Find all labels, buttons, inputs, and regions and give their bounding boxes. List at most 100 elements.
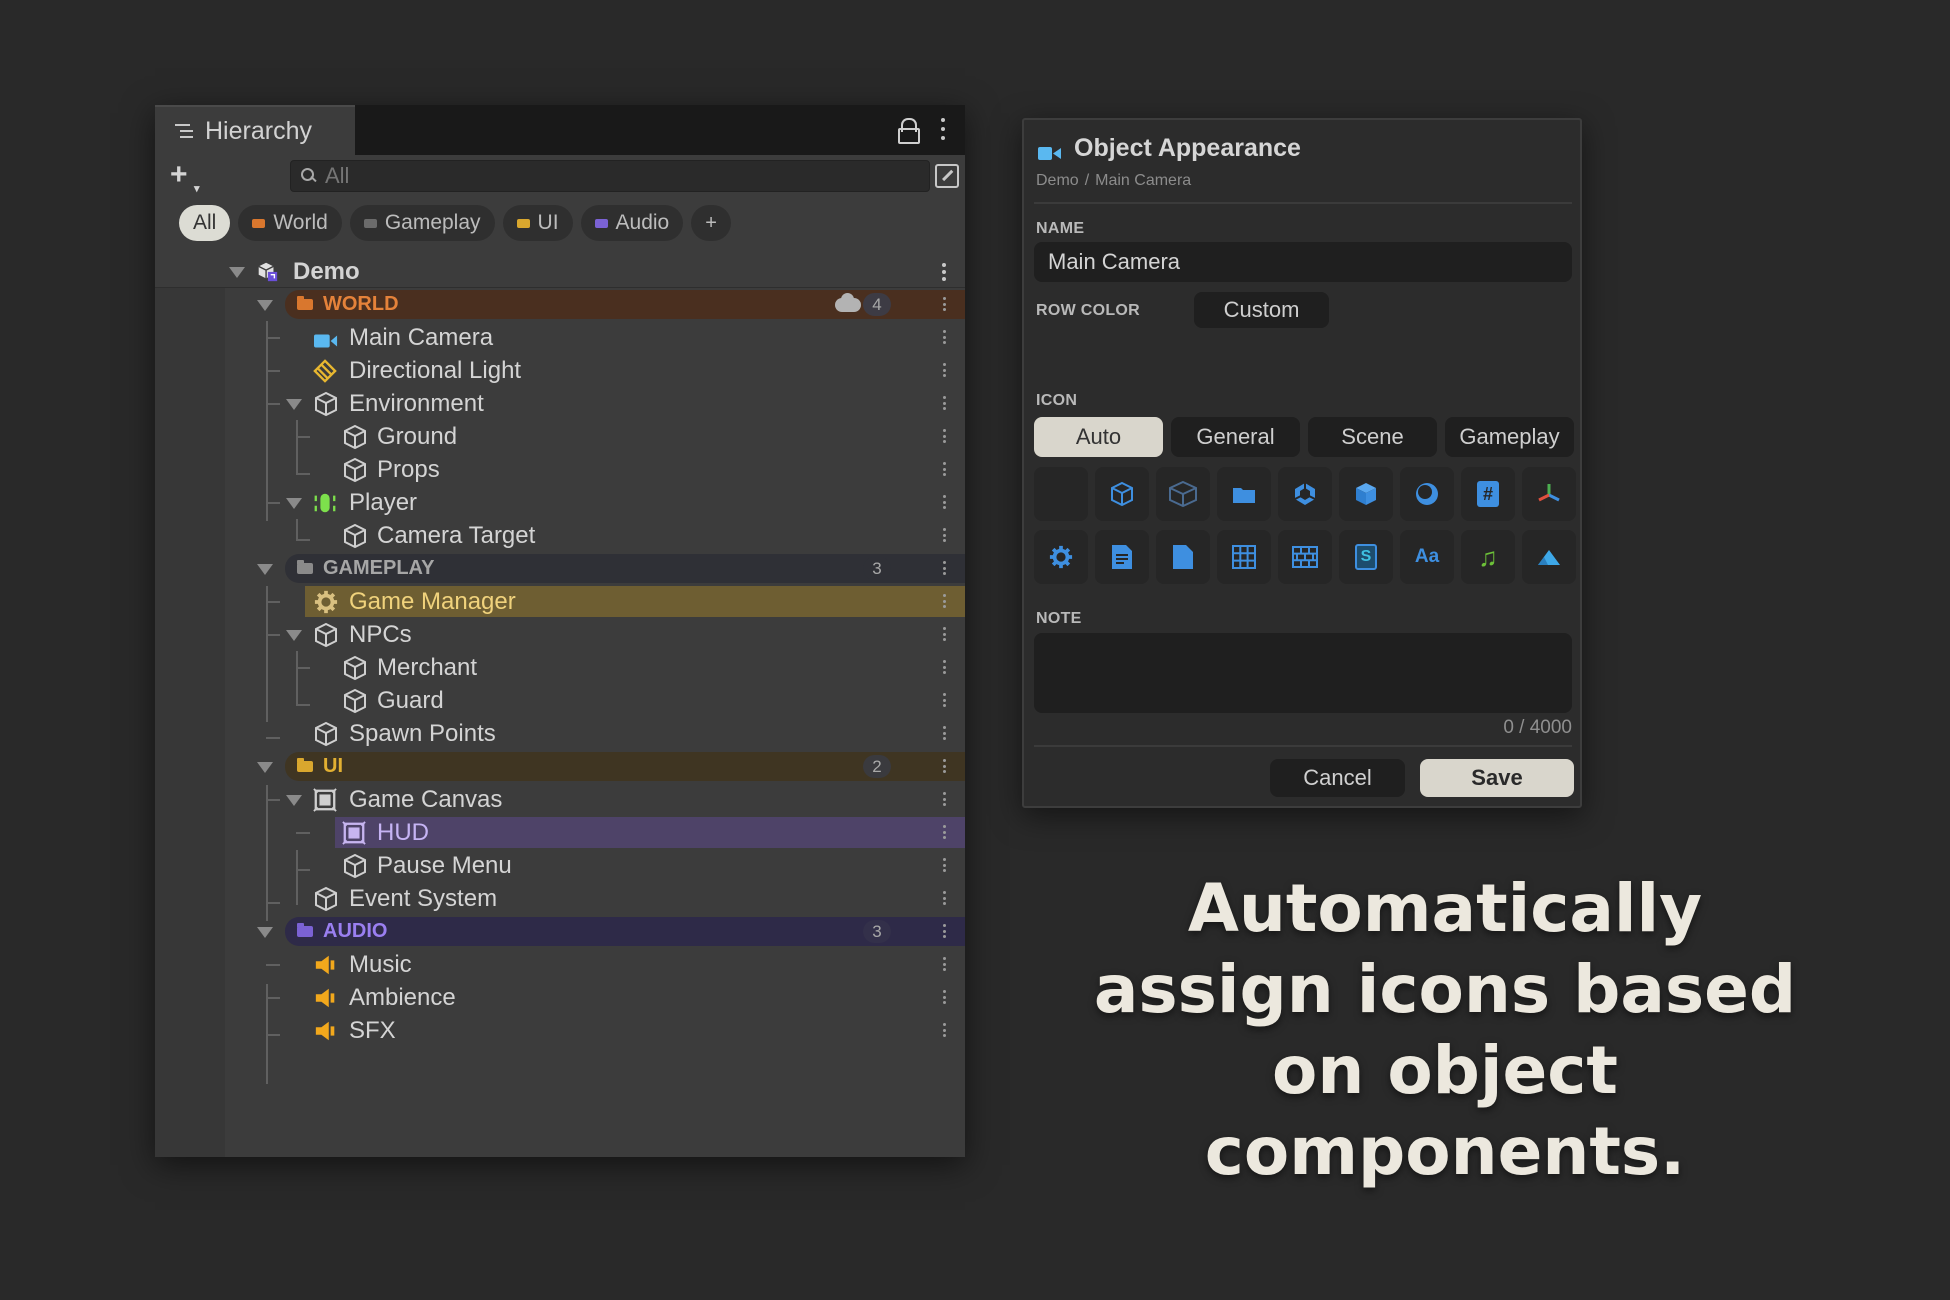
expand-arrow-icon[interactable] — [257, 564, 273, 575]
more-menu-icon[interactable] — [940, 118, 946, 140]
expand-arrow-icon[interactable] — [257, 300, 273, 311]
filter-chip-gameplay[interactable]: Gameplay — [349, 205, 495, 241]
name-field[interactable] — [1034, 242, 1572, 282]
row-menu-icon[interactable] — [941, 1023, 947, 1037]
add-filter-button[interactable]: + — [691, 205, 731, 241]
tree-row-directional-light[interactable]: Directional Light — [155, 354, 965, 387]
search-field[interactable] — [290, 160, 930, 192]
tree-row-props[interactable]: Props — [155, 453, 965, 486]
cube-outline-icon[interactable] — [1095, 467, 1149, 521]
document-icon[interactable] — [1095, 530, 1149, 584]
expand-arrow-icon[interactable] — [229, 267, 245, 278]
tree-row-pause-menu[interactable]: Pause Menu — [155, 849, 965, 882]
group-row-gameplay[interactable]: GAMEPLAY 3 — [155, 552, 965, 585]
tilemap-icon[interactable] — [1278, 530, 1332, 584]
script-icon[interactable]: # — [1461, 467, 1515, 521]
unity-logo-icon[interactable] — [1278, 467, 1332, 521]
add-object-button[interactable]: + ▾ — [170, 160, 210, 196]
tab-general[interactable]: General — [1171, 417, 1300, 457]
group-row-world[interactable]: WORLD 4 — [155, 288, 965, 321]
tree-row-camera-target[interactable]: Camera Target — [155, 519, 965, 552]
row-menu-icon[interactable] — [941, 594, 947, 608]
tree-row-game-canvas[interactable]: Game Canvas — [155, 783, 965, 816]
hierarchy-tab[interactable]: Hierarchy — [155, 105, 355, 155]
search-input[interactable] — [325, 163, 885, 189]
sphere-icon[interactable] — [1400, 467, 1454, 521]
row-menu-icon[interactable] — [941, 825, 947, 839]
expand-arrow-icon[interactable] — [257, 927, 273, 938]
tree-row-ground[interactable]: Ground — [155, 420, 965, 453]
row-menu-icon[interactable] — [941, 363, 947, 377]
row-menu-icon[interactable] — [941, 858, 947, 872]
tab-gameplay[interactable]: Gameplay — [1445, 417, 1574, 457]
tree-row-hud[interactable]: HUD — [155, 816, 965, 849]
row-menu-icon[interactable] — [941, 297, 947, 311]
gear-icon[interactable] — [1034, 530, 1088, 584]
filter-chip-all[interactable]: All — [179, 205, 231, 241]
tree-row-environment[interactable]: Environment — [155, 387, 965, 420]
row-menu-icon[interactable] — [941, 396, 947, 410]
tree-row-event-system[interactable]: Event System — [155, 882, 965, 915]
file-icon[interactable] — [1156, 530, 1210, 584]
row-menu-icon[interactable] — [941, 792, 947, 806]
group-row-ui[interactable]: UI 2 — [155, 750, 965, 783]
tree-row-music[interactable]: Music — [155, 948, 965, 981]
tab-scene[interactable]: Scene — [1308, 417, 1437, 457]
row-highlight — [335, 817, 965, 848]
scene-row[interactable]: Demo — [155, 255, 965, 288]
row-menu-icon[interactable] — [941, 330, 947, 344]
tree-row-npcs[interactable]: NPCs — [155, 618, 965, 651]
filter-chip-ui[interactable]: UI — [502, 205, 573, 241]
filter-chip-world[interactable]: World — [238, 205, 342, 241]
folder-icon — [297, 923, 313, 937]
row-menu-icon[interactable] — [941, 957, 947, 971]
row-menu-icon[interactable] — [941, 891, 947, 905]
breadcrumb-item[interactable]: Demo — [1036, 172, 1079, 189]
row-menu-icon[interactable] — [941, 924, 947, 938]
row-menu-icon[interactable] — [941, 726, 947, 740]
row-menu-icon[interactable] — [941, 990, 947, 1004]
row-menu-icon[interactable] — [941, 693, 947, 707]
grid-icon[interactable] — [1217, 530, 1271, 584]
row-menu-icon[interactable] — [941, 528, 947, 542]
row-menu-icon[interactable] — [941, 429, 947, 443]
music-note-icon[interactable]: ♫ — [1461, 530, 1515, 584]
note-field[interactable] — [1034, 633, 1572, 713]
cube-wire-icon[interactable] — [1156, 467, 1210, 521]
lock-icon[interactable] — [898, 118, 920, 144]
tree-row-ambience[interactable]: Ambience — [155, 981, 965, 1014]
filter-chip-audio[interactable]: Audio — [580, 205, 684, 241]
row-menu-icon[interactable] — [941, 495, 947, 509]
expand-arrow-icon[interactable] — [286, 630, 302, 641]
open-search-window-icon[interactable] — [935, 164, 959, 188]
tree-row-game-manager[interactable]: Game Manager — [155, 585, 965, 618]
row-menu-icon[interactable] — [941, 759, 947, 773]
terrain-icon[interactable] — [1522, 530, 1576, 584]
save-button[interactable]: Save — [1420, 759, 1574, 797]
transform-axes-icon[interactable] — [1522, 467, 1576, 521]
cube-solid-icon[interactable] — [1339, 467, 1393, 521]
row-menu-icon[interactable] — [941, 561, 947, 575]
group-row-audio[interactable]: AUDIO 3 — [155, 915, 965, 948]
expand-arrow-icon[interactable] — [286, 498, 302, 509]
row-color-button[interactable]: Custom — [1194, 292, 1329, 328]
tree-row-merchant[interactable]: Merchant — [155, 651, 965, 684]
cancel-button[interactable]: Cancel — [1270, 759, 1405, 797]
row-menu-icon[interactable] — [941, 462, 947, 476]
scriptable-object-icon[interactable]: S — [1339, 530, 1393, 584]
expand-arrow-icon[interactable] — [286, 399, 302, 410]
folder-icon[interactable] — [1217, 467, 1271, 521]
tree-row-spawn-points[interactable]: Spawn Points — [155, 717, 965, 750]
expand-arrow-icon[interactable] — [286, 795, 302, 806]
row-menu-icon[interactable] — [941, 263, 947, 281]
none-icon[interactable] — [1034, 467, 1088, 521]
tree-row-main-camera[interactable]: Main Camera — [155, 321, 965, 354]
row-menu-icon[interactable] — [941, 660, 947, 674]
expand-arrow-icon[interactable] — [257, 762, 273, 773]
tree-row-sfx[interactable]: SFX — [155, 1014, 965, 1047]
tree-row-player[interactable]: Player — [155, 486, 965, 519]
row-menu-icon[interactable] — [941, 627, 947, 641]
tab-auto[interactable]: Auto — [1034, 417, 1163, 457]
tree-row-guard[interactable]: Guard — [155, 684, 965, 717]
font-icon[interactable]: Aa — [1400, 530, 1454, 584]
